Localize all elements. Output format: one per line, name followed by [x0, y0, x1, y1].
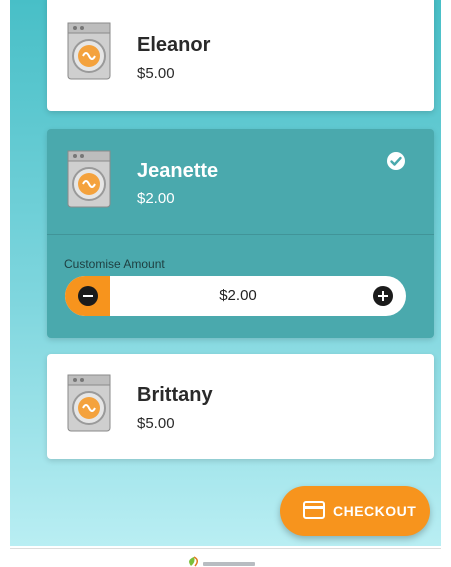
machine-name: Eleanor: [137, 34, 211, 56]
check-circle-icon: [387, 152, 405, 170]
machine-name: Jeanette: [137, 160, 219, 182]
amount-stepper[interactable]: $2.00: [65, 276, 406, 316]
washing-machine-icon: [67, 150, 111, 208]
decrease-amount-button[interactable]: [65, 276, 110, 316]
washing-machine-icon: [67, 374, 111, 432]
credit-card-icon: [303, 501, 325, 519]
leaf-logo-icon: [189, 556, 255, 567]
customise-amount-label: Customise Amount: [64, 257, 165, 271]
machine-card-jeanette[interactable]: Jeanette $2.00 Customise Amount $2.00: [47, 129, 434, 338]
washing-machine-icon: [67, 22, 111, 80]
machine-card-brittany[interactable]: Brittany $5.00: [47, 354, 434, 459]
checkout-button[interactable]: CHECKOUT: [280, 486, 430, 536]
amount-value: $2.00: [219, 287, 257, 304]
card-divider: [47, 234, 434, 235]
machine-price: $5.00: [137, 65, 175, 82]
machine-card-eleanor[interactable]: Eleanor $5.00: [47, 0, 434, 111]
machine-list-screen: Eleanor $5.00 Jeanette $2.00 Customise A…: [10, 0, 441, 546]
machine-price: $5.00: [137, 415, 175, 432]
checkout-label: CHECKOUT: [333, 503, 417, 519]
minus-circle-icon: [78, 286, 98, 306]
machine-name: Brittany: [137, 384, 213, 406]
machine-price: $2.00: [137, 190, 175, 207]
plus-circle-icon[interactable]: [373, 286, 393, 306]
bottom-divider: [10, 548, 441, 549]
